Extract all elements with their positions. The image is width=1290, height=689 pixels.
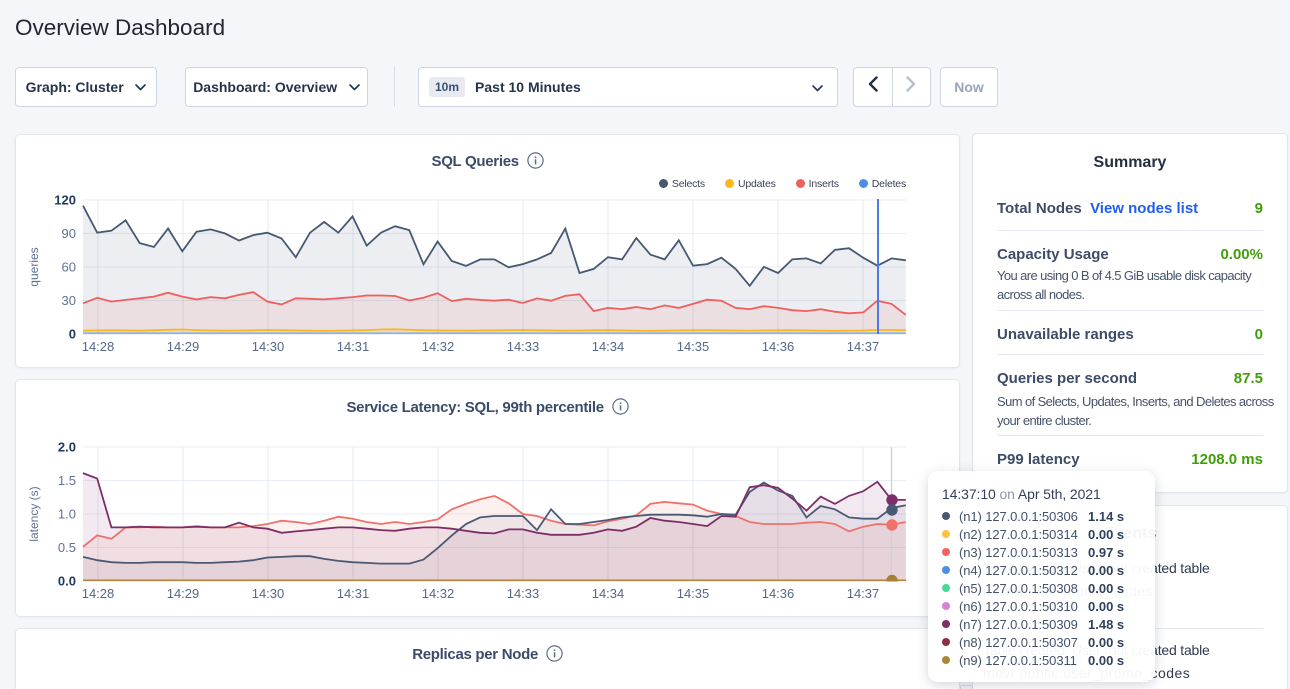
svg-text:14:29: 14:29	[167, 339, 200, 354]
svg-text:14:31: 14:31	[337, 586, 370, 601]
svg-text:14:30: 14:30	[252, 339, 285, 354]
svg-text:14:37: 14:37	[847, 339, 880, 354]
svg-text:14:28: 14:28	[82, 586, 115, 601]
svg-text:queries: queries	[27, 247, 41, 286]
svg-text:14:34: 14:34	[592, 339, 625, 354]
svg-text:2.0: 2.0	[58, 440, 76, 455]
svg-text:14:29: 14:29	[167, 586, 200, 601]
svg-text:14:33: 14:33	[507, 586, 540, 601]
svg-text:14:31: 14:31	[337, 339, 370, 354]
svg-text:1.0: 1.0	[58, 507, 76, 522]
svg-text:30: 30	[62, 293, 76, 308]
svg-text:90: 90	[62, 226, 76, 241]
svg-text:14:36: 14:36	[762, 339, 795, 354]
svg-text:120: 120	[54, 193, 76, 208]
svg-text:1.5: 1.5	[58, 473, 76, 488]
svg-text:60: 60	[62, 260, 76, 275]
svg-text:0.5: 0.5	[58, 540, 76, 555]
svg-text:14:30: 14:30	[252, 586, 285, 601]
svg-text:14:36: 14:36	[762, 586, 795, 601]
svg-text:latency (s): latency (s)	[27, 486, 41, 541]
svg-text:14:32: 14:32	[422, 339, 455, 354]
svg-text:14:34: 14:34	[592, 586, 625, 601]
svg-text:14:35: 14:35	[677, 586, 710, 601]
svg-text:14:35: 14:35	[677, 339, 710, 354]
svg-text:14:37: 14:37	[847, 586, 880, 601]
svg-text:14:33: 14:33	[507, 339, 540, 354]
svg-text:14:28: 14:28	[82, 339, 115, 354]
svg-text:0: 0	[69, 327, 76, 342]
svg-text:0.0: 0.0	[58, 574, 76, 589]
svg-text:14:32: 14:32	[422, 586, 455, 601]
